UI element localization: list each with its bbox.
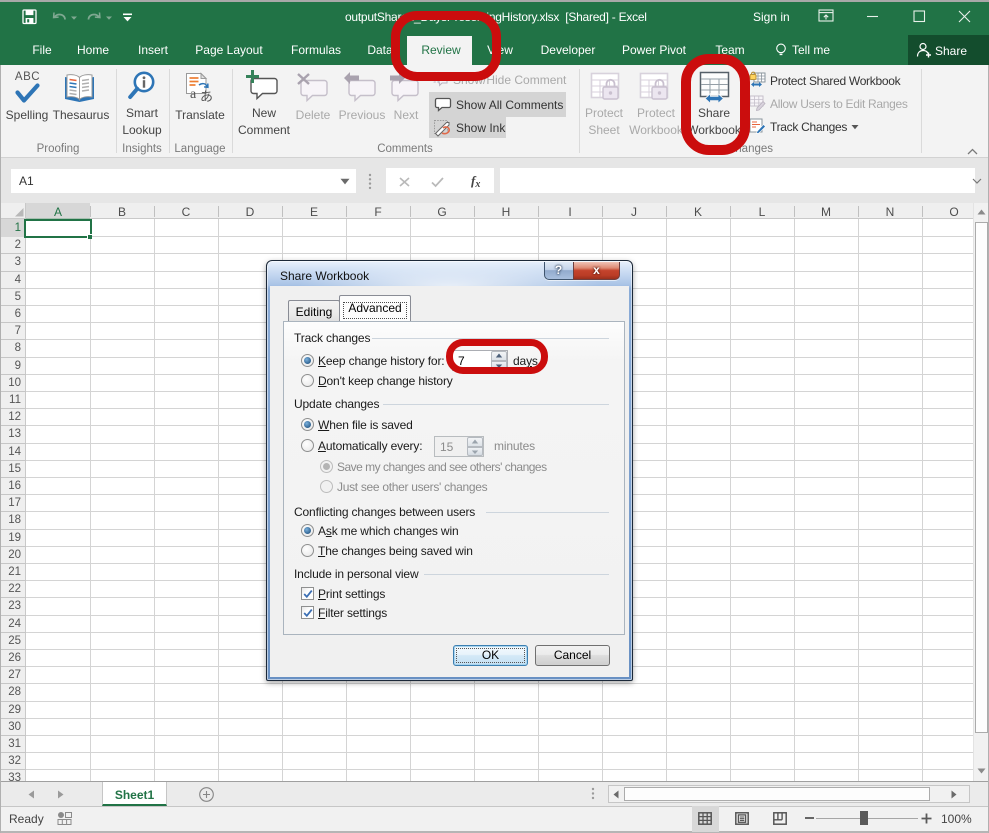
svg-text:a: a [190, 87, 197, 102]
svg-text:あ: あ [200, 89, 213, 104]
